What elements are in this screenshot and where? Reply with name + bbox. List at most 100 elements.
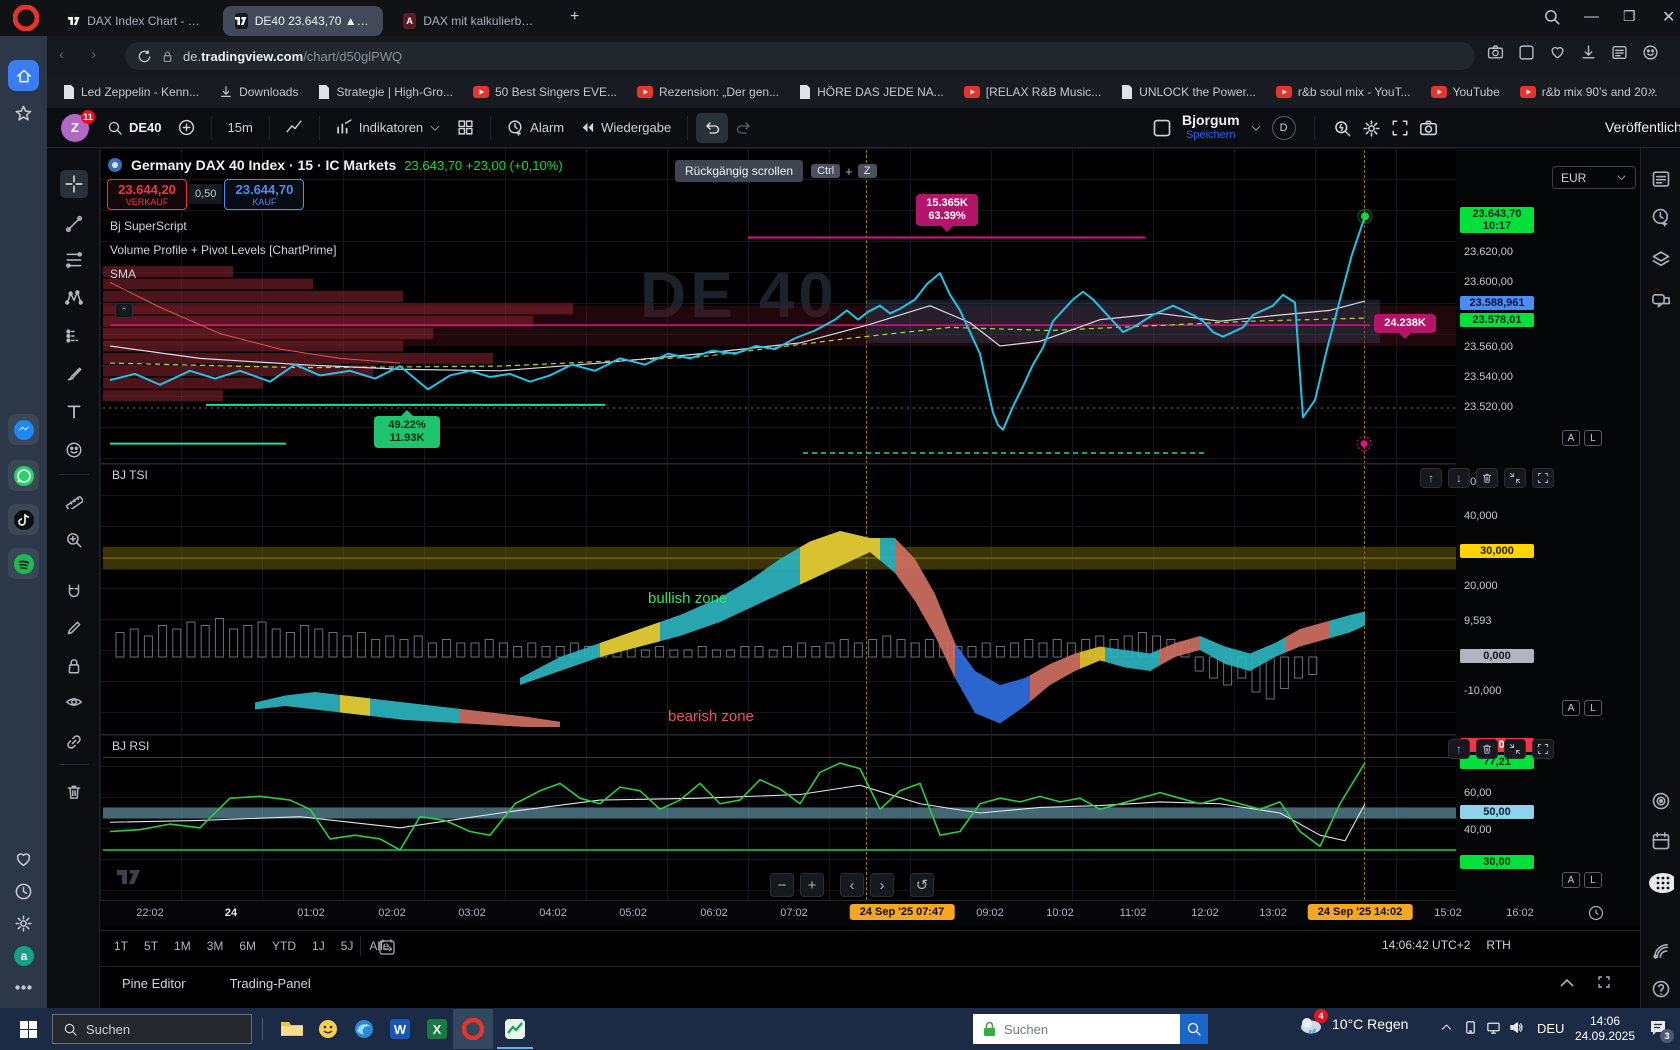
bookmark-item[interactable]: r&b soul mix - YouT... — [1276, 85, 1411, 99]
bookmark-item[interactable]: Rezension: „Der gen... — [637, 85, 779, 99]
range-button-5j[interactable]: 5J — [335, 936, 360, 956]
range-button-1t[interactable]: 1T — [108, 936, 134, 956]
auto-scale-button[interactable]: A — [1562, 872, 1580, 888]
session-type[interactable]: RTH — [1486, 938, 1510, 952]
fullscreen-icon[interactable] — [1391, 119, 1409, 137]
sidebar-item-messenger[interactable] — [8, 414, 39, 445]
tray-device-icon[interactable] — [1463, 1020, 1478, 1035]
chart-app-icon[interactable] — [495, 1009, 535, 1049]
up-button[interactable]: ↑ — [1420, 468, 1442, 488]
legend-collapse-button[interactable]: ⌃ — [115, 303, 133, 318]
sidebar-item-settings-gear[interactable] — [8, 908, 39, 939]
sidebar-item-home[interactable] — [8, 60, 39, 91]
log-scale-button[interactable]: L — [1584, 872, 1602, 888]
heart-icon[interactable] — [1549, 44, 1566, 61]
buy-button[interactable]: 23.644,70 KAUF — [224, 179, 304, 210]
tray-clock[interactable]: 14:0624.09.2025 — [1573, 1014, 1637, 1044]
camera-snapshot-icon[interactable] — [1487, 44, 1504, 61]
rsi-pane-title[interactable]: BJ RSI — [112, 739, 149, 753]
time-axis[interactable]: 22:022401:0202:0203:0204:0205:0206:0207:… — [100, 901, 1456, 926]
chevron-down-icon[interactable] — [1250, 122, 1262, 134]
url-field[interactable]: de.tradingview.com/chart/d50glPWQ — [125, 42, 1475, 70]
forecast-tool-icon[interactable] — [60, 322, 88, 350]
zoom-in-button[interactable]: + — [800, 873, 824, 897]
pan-right-button[interactable]: › — [870, 873, 894, 897]
range-button-1j[interactable]: 1J — [306, 936, 331, 956]
tray-network-icon[interactable] — [1486, 1020, 1501, 1035]
sidebar-item-spotify[interactable] — [8, 548, 39, 579]
crosshair-icon[interactable] — [60, 170, 88, 198]
new-tab-button[interactable]: + — [570, 8, 579, 26]
bookmark-item[interactable]: r&b mix 90's and 20... — [1520, 85, 1658, 99]
window-maximize-button[interactable]: ❐ — [1623, 8, 1636, 25]
reset-chart-button[interactable]: ↺ — [910, 873, 934, 897]
chat-icon[interactable] — [1648, 288, 1674, 314]
sidebar-item-whatsapp[interactable] — [8, 460, 39, 491]
object-tree-icon[interactable] — [1648, 246, 1674, 272]
sidebar-item-heart[interactable] — [8, 844, 39, 875]
apps-grid-icon[interactable] — [1648, 870, 1674, 896]
alert-button[interactable]: Alarm — [499, 113, 572, 143]
up-button[interactable]: ↑ — [1448, 739, 1470, 759]
sidebar-item-aria[interactable]: a — [8, 940, 39, 971]
keyboard-language[interactable]: DEU — [1537, 1021, 1564, 1036]
bookmark-item[interactable]: [RELAX R&B Music... — [964, 85, 1101, 99]
bookmark-item[interactable]: YouTube — [1431, 85, 1500, 99]
weather-widget[interactable]: 410°C Regen — [1298, 1012, 1408, 1036]
sidebar-item-tiktok[interactable] — [8, 504, 39, 535]
pan-left-button[interactable]: ‹ — [840, 873, 864, 897]
collapse-button[interactable] — [1504, 468, 1526, 488]
download-icon[interactable] — [1580, 44, 1597, 61]
notifications-icon[interactable]: 3 — [1648, 1018, 1668, 1041]
legend-indicator-row[interactable]: SMA — [110, 267, 336, 281]
layout-name-button[interactable]: Bjorgum Speichern — [1182, 114, 1240, 142]
replay-button[interactable]: Wiedergabe — [572, 113, 679, 143]
sidebar-item-star[interactable] — [8, 98, 39, 129]
redo-button[interactable] — [728, 113, 760, 143]
brush-icon[interactable] — [60, 360, 88, 388]
symbol-search-button[interactable]: DE40 — [99, 113, 170, 143]
back-button[interactable]: ‹ — [59, 46, 64, 63]
bottom-tab[interactable]: Trading-Panel — [230, 976, 311, 991]
forward-button[interactable]: › — [91, 46, 96, 63]
sidebar-item-more-dots[interactable] — [8, 972, 39, 1003]
tray-chevron-icon[interactable] — [1440, 1021, 1453, 1034]
window-minimize-button[interactable]: — — [1584, 8, 1599, 25]
down-button[interactable]: ↓ — [1448, 468, 1470, 488]
sync-link-icon[interactable] — [60, 728, 88, 756]
magnet-icon[interactable] — [60, 578, 88, 606]
goto-date-icon[interactable] — [378, 938, 396, 956]
hide-drawings-icon[interactable] — [60, 688, 88, 716]
chart-legend-title[interactable]: Germany DAX 40 Index · 15 · IC Markets 2… — [107, 157, 563, 173]
bookmark-item[interactable]: UNLOCK the Power... — [1121, 85, 1256, 99]
word-icon[interactable]: W — [380, 1009, 420, 1049]
reload-icon[interactable] — [137, 49, 152, 64]
timezone-clock-icon[interactable] — [1588, 905, 1604, 921]
browser-tab[interactable]: DE40 23.643,70 ▲ +0.43% — [223, 6, 383, 36]
compare-button[interactable] — [170, 113, 203, 143]
taskbar-search[interactable]: Suchen — [52, 1014, 252, 1044]
collapse-button[interactable] — [1504, 739, 1526, 759]
clock-utc[interactable]: 14:06:42 UTC+2 — [1382, 938, 1470, 952]
auto-scale-button[interactable]: A — [1562, 700, 1580, 716]
browser-search-icon[interactable] — [1543, 8, 1561, 26]
start-button[interactable] — [8, 1009, 48, 1049]
opera-logo-icon[interactable] — [13, 5, 39, 31]
legend-indicator-row[interactable]: Volume Profile + Pivot Levels [ChartPrim… — [110, 243, 336, 257]
lock-all-icon[interactable] — [60, 652, 88, 680]
range-button-6m[interactable]: 6M — [233, 936, 262, 956]
opera-taskbar-icon[interactable] — [453, 1009, 493, 1049]
auto-scale-button[interactable]: A — [1562, 430, 1580, 446]
publish-button[interactable]: Veröffentlichen — [1605, 119, 1680, 135]
flash-search-icon[interactable] — [1333, 119, 1352, 138]
data-signal-icon[interactable] — [1648, 938, 1674, 964]
interval-button[interactable]: 15m — [220, 113, 261, 143]
emoji-tool-icon[interactable] — [60, 436, 88, 464]
panel-maximize-icon[interactable] — [1598, 976, 1610, 988]
bookmark-item[interactable]: Led Zeppelin - Kenn... — [63, 85, 199, 99]
profile-icon[interactable] — [1642, 44, 1659, 61]
tsi-pane-title[interactable]: BJ TSI — [112, 468, 148, 482]
panel-collapse-icon[interactable] — [1560, 978, 1574, 987]
bookmark-item[interactable]: Strategie | High-Gro... — [318, 85, 453, 99]
reading-list-icon[interactable] — [1611, 44, 1628, 61]
